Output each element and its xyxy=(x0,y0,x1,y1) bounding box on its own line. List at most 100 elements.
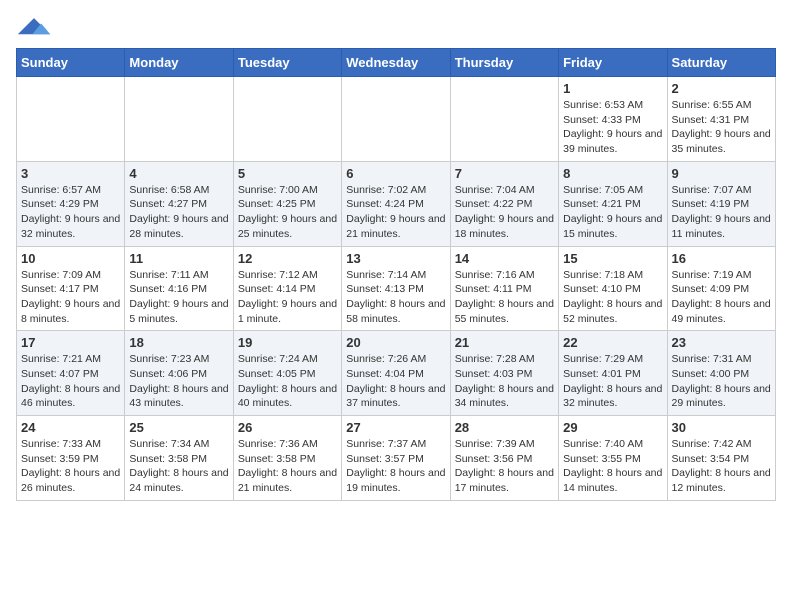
day-info: Sunrise: 7:09 AM Sunset: 4:17 PM Dayligh… xyxy=(21,268,120,327)
day-number: 20 xyxy=(346,335,445,350)
day-cell: 14 Sunrise: 7:16 AM Sunset: 4:11 PM Dayli… xyxy=(450,246,558,331)
day-number: 22 xyxy=(563,335,662,350)
day-info: Sunrise: 7:21 AM Sunset: 4:07 PM Dayligh… xyxy=(21,352,120,411)
day-info: Sunrise: 7:26 AM Sunset: 4:04 PM Dayligh… xyxy=(346,352,445,411)
day-number: 14 xyxy=(455,251,554,266)
week-row-5: 24 Sunrise: 7:33 AM Sunset: 3:59 PM Dayli… xyxy=(17,416,776,501)
day-info: Sunrise: 6:53 AM Sunset: 4:33 PM Dayligh… xyxy=(563,98,662,157)
day-info: Sunrise: 7:16 AM Sunset: 4:11 PM Dayligh… xyxy=(455,268,554,327)
day-number: 19 xyxy=(238,335,337,350)
week-row-1: 1 Sunrise: 6:53 AM Sunset: 4:33 PM Daylig… xyxy=(17,77,776,162)
week-row-4: 17 Sunrise: 7:21 AM Sunset: 4:07 PM Dayli… xyxy=(17,331,776,416)
day-info: Sunrise: 7:37 AM Sunset: 3:57 PM Dayligh… xyxy=(346,437,445,496)
logo xyxy=(16,16,56,40)
day-info: Sunrise: 7:11 AM Sunset: 4:16 PM Dayligh… xyxy=(129,268,228,327)
day-info: Sunrise: 7:29 AM Sunset: 4:01 PM Dayligh… xyxy=(563,352,662,411)
day-cell: 21 Sunrise: 7:28 AM Sunset: 4:03 PM Dayli… xyxy=(450,331,558,416)
day-cell: 26 Sunrise: 7:36 AM Sunset: 3:58 PM Dayli… xyxy=(233,416,341,501)
day-number: 7 xyxy=(455,166,554,181)
day-cell: 28 Sunrise: 7:39 AM Sunset: 3:56 PM Dayli… xyxy=(450,416,558,501)
calendar-table: SundayMondayTuesdayWednesdayThursdayFrid… xyxy=(16,48,776,501)
day-number: 6 xyxy=(346,166,445,181)
day-cell xyxy=(233,77,341,162)
day-number: 28 xyxy=(455,420,554,435)
day-number: 13 xyxy=(346,251,445,266)
day-number: 23 xyxy=(672,335,771,350)
day-number: 8 xyxy=(563,166,662,181)
day-cell: 19 Sunrise: 7:24 AM Sunset: 4:05 PM Dayli… xyxy=(233,331,341,416)
day-info: Sunrise: 7:18 AM Sunset: 4:10 PM Dayligh… xyxy=(563,268,662,327)
day-cell: 18Sunrise: 7:23 AM Sunset: 4:06 PM Dayli… xyxy=(125,331,233,416)
day-info: Sunrise: 7:33 AM Sunset: 3:59 PM Dayligh… xyxy=(21,437,120,496)
day-number: 1 xyxy=(563,81,662,96)
day-number: 26 xyxy=(238,420,337,435)
day-info: Sunrise: 7:04 AM Sunset: 4:22 PM Dayligh… xyxy=(455,183,554,242)
weekday-header-sunday: Sunday xyxy=(17,49,125,77)
weekday-header-friday: Friday xyxy=(559,49,667,77)
day-cell: 2 Sunrise: 6:55 AM Sunset: 4:31 PM Daylig… xyxy=(667,77,775,162)
day-info: Sunrise: 6:55 AM Sunset: 4:31 PM Dayligh… xyxy=(672,98,771,157)
day-number: 5 xyxy=(238,166,337,181)
day-cell: 8 Sunrise: 7:05 AM Sunset: 4:21 PM Daylig… xyxy=(559,161,667,246)
day-number: 2 xyxy=(672,81,771,96)
day-cell: 27 Sunrise: 7:37 AM Sunset: 3:57 PM Dayli… xyxy=(342,416,450,501)
day-info: Sunrise: 7:02 AM Sunset: 4:24 PM Dayligh… xyxy=(346,183,445,242)
day-cell xyxy=(342,77,450,162)
weekday-header-monday: Monday xyxy=(125,49,233,77)
day-number: 17 xyxy=(21,335,120,350)
day-cell: 10 Sunrise: 7:09 AM Sunset: 4:17 PM Dayli… xyxy=(17,246,125,331)
logo-icon xyxy=(16,16,52,40)
day-number: 11 xyxy=(129,251,228,266)
day-info: Sunrise: 7:36 AM Sunset: 3:58 PM Dayligh… xyxy=(238,437,337,496)
day-cell xyxy=(17,77,125,162)
day-info: Sunrise: 6:57 AM Sunset: 4:29 PM Dayligh… xyxy=(21,183,120,242)
day-cell: 15 Sunrise: 7:18 AM Sunset: 4:10 PM Dayli… xyxy=(559,246,667,331)
day-number: 12 xyxy=(238,251,337,266)
day-info: Sunrise: 7:07 AM Sunset: 4:19 PM Dayligh… xyxy=(672,183,771,242)
day-info: Sunrise: 7:28 AM Sunset: 4:03 PM Dayligh… xyxy=(455,352,554,411)
day-info: Sunrise: 7:31 AM Sunset: 4:00 PM Dayligh… xyxy=(672,352,771,411)
day-number: 3 xyxy=(21,166,120,181)
day-number: 29 xyxy=(563,420,662,435)
day-info: Sunrise: 7:14 AM Sunset: 4:13 PM Dayligh… xyxy=(346,268,445,327)
day-info: Sunrise: 7:39 AM Sunset: 3:56 PM Dayligh… xyxy=(455,437,554,496)
day-info: Sunrise: 7:05 AM Sunset: 4:21 PM Dayligh… xyxy=(563,183,662,242)
day-info: Sunrise: 7:34 AM Sunset: 3:58 PM Dayligh… xyxy=(129,437,228,496)
day-info: Sunrise: 7:40 AM Sunset: 3:55 PM Dayligh… xyxy=(563,437,662,496)
day-cell: 1 Sunrise: 6:53 AM Sunset: 4:33 PM Daylig… xyxy=(559,77,667,162)
day-cell: 22 Sunrise: 7:29 AM Sunset: 4:01 PM Dayli… xyxy=(559,331,667,416)
day-info: Sunrise: 6:58 AM Sunset: 4:27 PM Dayligh… xyxy=(129,183,228,242)
day-info: Sunrise: 7:24 AM Sunset: 4:05 PM Dayligh… xyxy=(238,352,337,411)
header xyxy=(16,16,776,40)
day-cell: 30 Sunrise: 7:42 AM Sunset: 3:54 PM Dayli… xyxy=(667,416,775,501)
weekday-header-saturday: Saturday xyxy=(667,49,775,77)
weekday-header-row: SundayMondayTuesdayWednesdayThursdayFrid… xyxy=(17,49,776,77)
day-cell xyxy=(125,77,233,162)
day-info: Sunrise: 7:12 AM Sunset: 4:14 PM Dayligh… xyxy=(238,268,337,327)
day-number: 15 xyxy=(563,251,662,266)
weekday-header-thursday: Thursday xyxy=(450,49,558,77)
day-number: 27 xyxy=(346,420,445,435)
day-cell: 7 Sunrise: 7:04 AM Sunset: 4:22 PM Daylig… xyxy=(450,161,558,246)
day-cell: 20 Sunrise: 7:26 AM Sunset: 4:04 PM Dayli… xyxy=(342,331,450,416)
day-cell: 12 Sunrise: 7:12 AM Sunset: 4:14 PM Dayli… xyxy=(233,246,341,331)
week-row-3: 10 Sunrise: 7:09 AM Sunset: 4:17 PM Dayli… xyxy=(17,246,776,331)
day-cell: 29 Sunrise: 7:40 AM Sunset: 3:55 PM Dayli… xyxy=(559,416,667,501)
day-cell: 16Sunrise: 7:19 AM Sunset: 4:09 PM Dayli… xyxy=(667,246,775,331)
day-cell xyxy=(450,77,558,162)
day-cell: 3 Sunrise: 6:57 AM Sunset: 4:29 PM Daylig… xyxy=(17,161,125,246)
day-number: 4 xyxy=(129,166,228,181)
weekday-header-wednesday: Wednesday xyxy=(342,49,450,77)
day-number: 16 xyxy=(672,251,771,266)
day-number: 30 xyxy=(672,420,771,435)
day-info: Sunrise: 7:00 AM Sunset: 4:25 PM Dayligh… xyxy=(238,183,337,242)
day-cell: 24 Sunrise: 7:33 AM Sunset: 3:59 PM Dayli… xyxy=(17,416,125,501)
day-number: 10 xyxy=(21,251,120,266)
day-cell: 11 Sunrise: 7:11 AM Sunset: 4:16 PM Dayli… xyxy=(125,246,233,331)
day-cell: 6 Sunrise: 7:02 AM Sunset: 4:24 PM Daylig… xyxy=(342,161,450,246)
day-cell: 23 Sunrise: 7:31 AM Sunset: 4:00 PM Dayli… xyxy=(667,331,775,416)
day-cell: 25Sunrise: 7:34 AM Sunset: 3:58 PM Dayli… xyxy=(125,416,233,501)
day-number: 21 xyxy=(455,335,554,350)
day-number: 24 xyxy=(21,420,120,435)
day-info: Sunrise: 7:42 AM Sunset: 3:54 PM Dayligh… xyxy=(672,437,771,496)
